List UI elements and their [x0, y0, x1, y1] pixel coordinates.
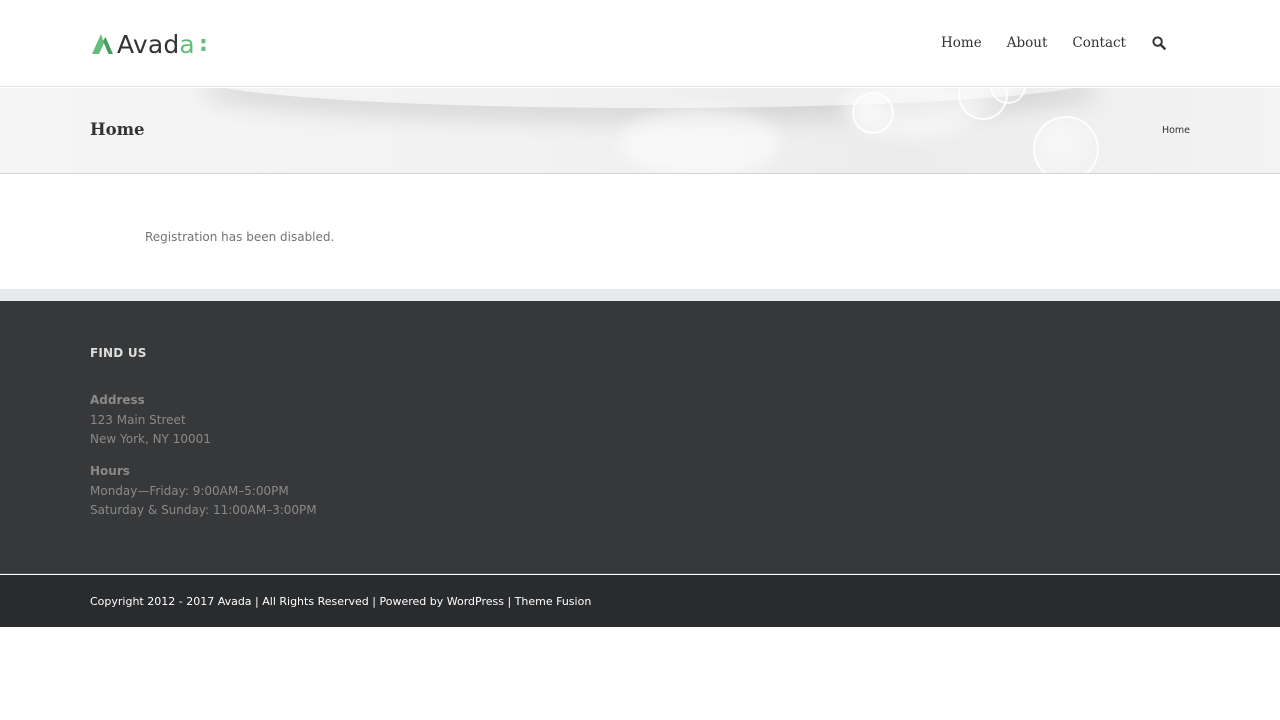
hours-line: Monday—Friday: 9:00AM–5:00PM — [90, 483, 289, 498]
copyright-prefix: Copyright 2012 - 2017 Avada | All Rights… — [90, 595, 447, 608]
nav-home-link[interactable]: Home — [941, 32, 982, 54]
copyright-separator: | — [503, 595, 515, 608]
theme-fusion-link[interactable]: Theme Fusion — [515, 595, 592, 608]
address-line: New York, NY 10001 — [90, 432, 211, 446]
title-bar-decoration — [852, 92, 894, 134]
address-label: Address — [90, 393, 145, 407]
nav-contact-link[interactable]: Contact — [1072, 32, 1126, 54]
avada-logo-icon — [90, 32, 114, 56]
wordpress-link[interactable]: WordPress — [447, 595, 504, 608]
page-title: Home — [90, 120, 145, 139]
content-divider — [0, 289, 1280, 301]
footer-hours: Hours Monday—Friday: 9:00AM–5:00PM Satur… — [90, 462, 317, 521]
site-logo[interactable]: Avada : — [90, 28, 208, 60]
hours-label: Hours — [90, 464, 130, 478]
page-title-bar: Home Home — [0, 88, 1280, 174]
footer-address: Address 123 Main Street New York, NY 100… — [90, 391, 211, 450]
copyright-text: Copyright 2012 - 2017 Avada | All Rights… — [90, 595, 591, 608]
main-navigation: Home About Contact — [916, 32, 1166, 54]
nav-about-link[interactable]: About — [1007, 32, 1048, 54]
main-content: Registration has been disabled. — [0, 175, 1280, 289]
address-line: 123 Main Street — [90, 412, 186, 427]
site-footer: FIND US Address 123 Main Street New York… — [0, 301, 1280, 574]
footer-heading: FIND US — [90, 346, 147, 360]
logo-text-accent: a — [179, 29, 195, 59]
site-header: Avada : Home About Contact — [0, 0, 1280, 87]
logo-wordmark: Avada — [117, 30, 195, 59]
breadcrumb[interactable]: Home — [1162, 125, 1190, 136]
search-icon[interactable] — [1152, 36, 1166, 50]
hours-line: Saturday & Sunday: 11:00AM–3:00PM — [90, 503, 317, 517]
title-bar-decoration — [1033, 116, 1099, 173]
logo-colon: : — [198, 31, 208, 57]
logo-text-main: Avad — [117, 29, 180, 59]
registration-message: Registration has been disabled. — [145, 230, 335, 244]
copyright-bar: Copyright 2012 - 2017 Avada | All Rights… — [0, 575, 1280, 627]
title-bar-decoration — [620, 108, 780, 173]
